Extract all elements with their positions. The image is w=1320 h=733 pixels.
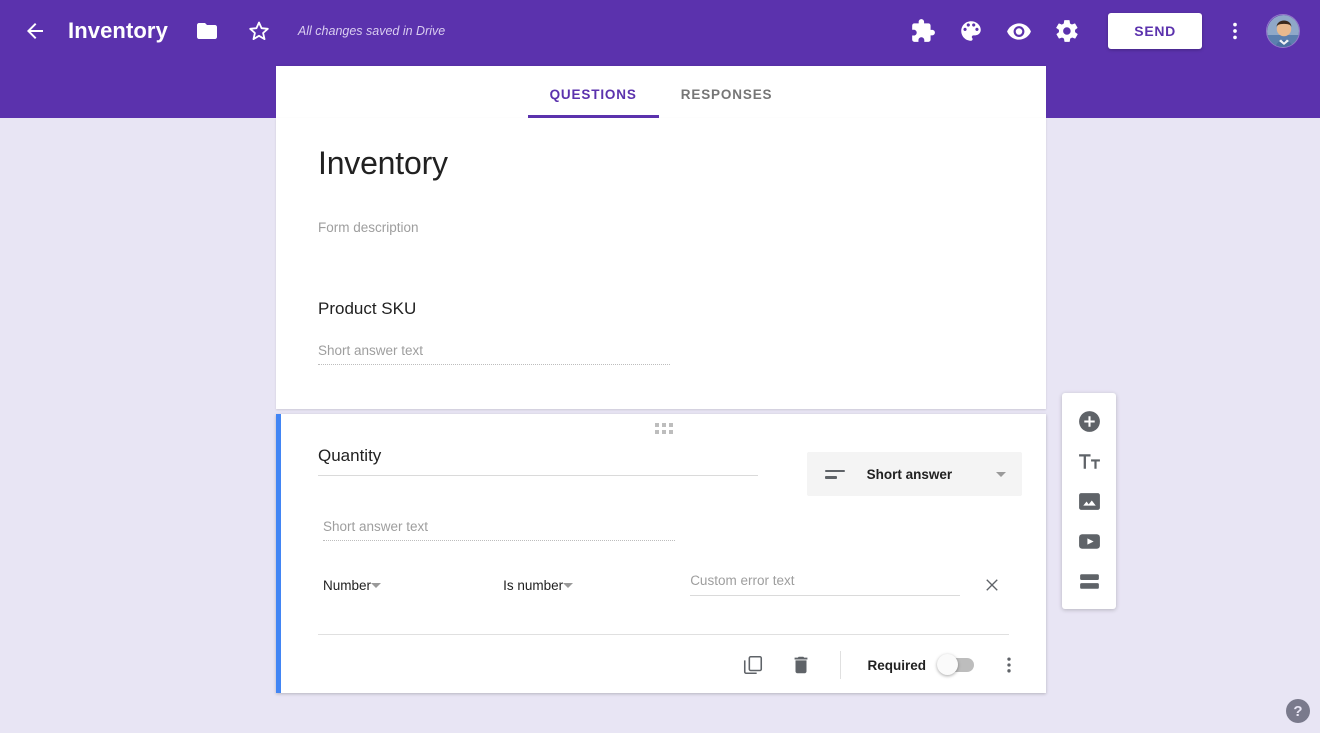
puzzle-piece-icon[interactable] xyxy=(908,16,938,46)
form-title-header[interactable]: Inventory xyxy=(68,18,168,44)
gear-icon[interactable] xyxy=(1052,16,1082,46)
star-icon[interactable] xyxy=(246,18,272,44)
kebab-menu-icon[interactable] xyxy=(996,652,1022,678)
tab-bar: QUESTIONS RESPONSES xyxy=(276,66,1046,118)
question-title-input[interactable]: Quantity xyxy=(318,446,758,476)
form-title[interactable]: Inventory xyxy=(318,144,1004,182)
duplicate-icon[interactable] xyxy=(740,652,766,678)
toolbar-divider xyxy=(840,651,841,679)
add-item-toolbar xyxy=(1062,393,1116,609)
tab-questions[interactable]: QUESTIONS xyxy=(528,87,659,118)
validation-rule-value: Is number xyxy=(503,578,563,593)
toggle-knob xyxy=(937,654,958,675)
close-icon[interactable] xyxy=(982,574,1003,596)
kebab-menu-icon[interactable] xyxy=(1220,16,1250,46)
save-status-text: All changes saved in Drive xyxy=(298,24,445,38)
drag-handle-icon[interactable] xyxy=(655,423,673,434)
chevron-down-icon xyxy=(563,583,585,588)
required-label: Required xyxy=(867,658,926,673)
folder-icon[interactable] xyxy=(194,18,220,44)
question-type-label: Short answer xyxy=(867,467,953,482)
tab-responses[interactable]: RESPONSES xyxy=(659,87,795,118)
footer-divider xyxy=(318,634,1009,635)
question-footer-toolbar: Required xyxy=(718,651,1022,679)
short-answer-placeholder: Short answer text xyxy=(318,343,670,365)
required-toggle[interactable] xyxy=(940,658,974,672)
question-card-quantity-active[interactable]: Quantity Short answer Short answer text … xyxy=(276,414,1046,693)
validation-type-value: Number xyxy=(323,578,371,593)
validation-type-select[interactable]: Number xyxy=(323,578,478,596)
question-title: Product SKU xyxy=(318,299,1004,319)
trash-icon[interactable] xyxy=(788,652,814,678)
custom-error-text-input[interactable]: Custom error text xyxy=(690,573,959,596)
question-card-product-sku[interactable]: Product SKU Short answer text xyxy=(276,269,1046,409)
add-title-icon[interactable] xyxy=(1069,441,1109,481)
short-answer-icon xyxy=(825,470,845,479)
help-button[interactable]: ? xyxy=(1286,699,1310,723)
validation-rule-select[interactable]: Is number xyxy=(503,578,658,596)
google-forms-editor: Inventory All changes saved in Drive xyxy=(0,0,1320,733)
eye-icon[interactable] xyxy=(1004,16,1034,46)
short-answer-placeholder: Short answer text xyxy=(323,519,675,541)
form-description-placeholder[interactable]: Form description xyxy=(318,220,1004,235)
chevron-down-icon xyxy=(371,583,393,588)
form-body: Inventory Form description Product SKU S… xyxy=(276,118,1046,693)
question-type-select[interactable]: Short answer xyxy=(807,452,1022,496)
header-actions: SEND xyxy=(890,13,1320,49)
question-title-wrap: Quantity xyxy=(318,446,759,476)
add-video-icon[interactable] xyxy=(1069,521,1109,561)
validation-row: Number Is number Custom error text xyxy=(323,573,1003,596)
form-header-card: Inventory Form description Product SKU S… xyxy=(276,118,1046,409)
form-header-section: Inventory Form description xyxy=(276,118,1046,269)
add-image-icon[interactable] xyxy=(1069,481,1109,521)
add-section-icon[interactable] xyxy=(1069,561,1109,601)
back-arrow-icon[interactable] xyxy=(22,18,48,44)
user-avatar[interactable] xyxy=(1266,14,1300,48)
add-question-icon[interactable] xyxy=(1069,401,1109,441)
chevron-down-icon xyxy=(996,472,1006,477)
send-button[interactable]: SEND xyxy=(1108,13,1202,49)
palette-icon[interactable] xyxy=(956,16,986,46)
